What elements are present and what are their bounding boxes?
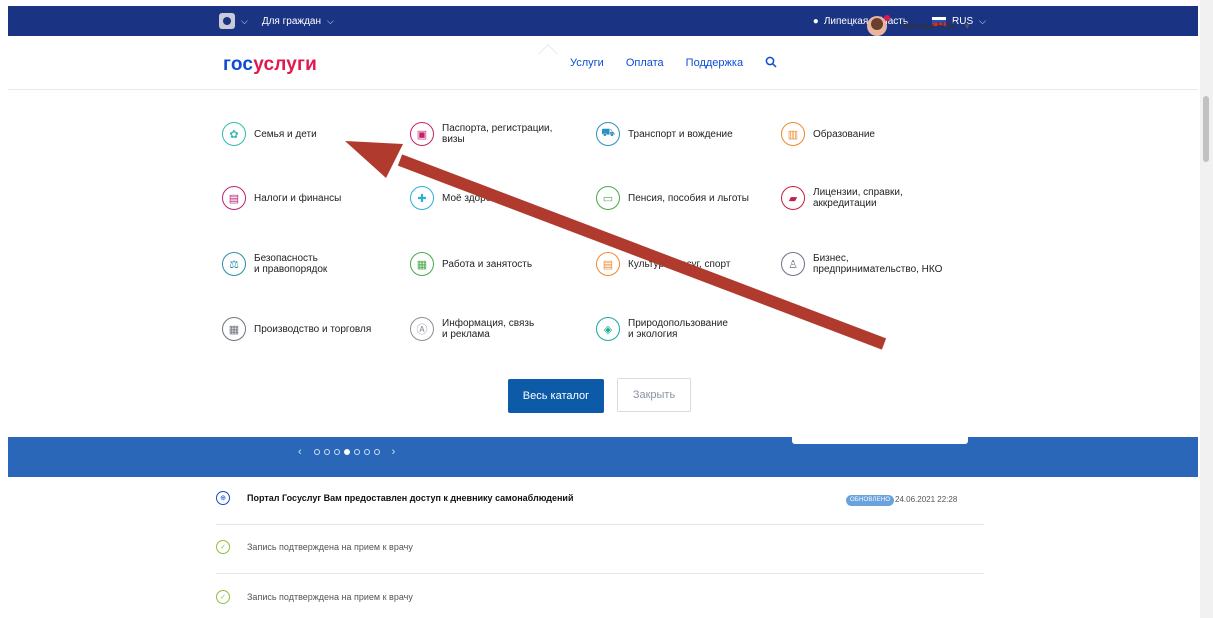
scales-icon: ⚖	[222, 252, 246, 276]
wallet-icon: ▭	[596, 186, 620, 210]
chevron-right-icon[interactable]: ›	[392, 446, 396, 458]
user-menu[interactable]: Ляхова Н.М. ▼	[867, 16, 971, 36]
briefcase-icon: ▦	[410, 252, 434, 276]
banner-card	[792, 433, 968, 444]
catalog-item-transport[interactable]: ⛟ Транспорт и вождение	[596, 122, 733, 146]
catalog-item-passports[interactable]: ▣ Паспорта, регистрации, визы	[410, 122, 552, 146]
carousel-dot[interactable]	[323, 449, 330, 455]
gosuslugi-logo[interactable]: госуслуги	[223, 54, 317, 76]
catalog-item-taxes[interactable]: ▤ Налоги и финансы	[222, 186, 341, 210]
main-nav: Услуги Оплата Поддержка	[570, 36, 777, 90]
close-catalog-button[interactable]: Закрыть	[617, 378, 691, 412]
nav-support[interactable]: Поддержка	[686, 57, 743, 69]
nav-payment[interactable]: Оплата	[626, 57, 664, 69]
folder-icon: ▰	[781, 186, 805, 210]
carousel-dot[interactable]	[333, 449, 340, 455]
carousel-dot[interactable]	[353, 449, 360, 455]
car-icon: ⛟	[596, 122, 620, 146]
catalog-item-education[interactable]: ▥ Образование	[781, 122, 875, 146]
catalog-item-information[interactable]: Ⓐ Информация, связь и реклама	[410, 317, 534, 341]
check-circle-icon: ✓	[216, 540, 230, 554]
chevron-down-icon[interactable]: ⌵	[979, 16, 986, 27]
chevron-down-icon[interactable]: ⌵	[327, 16, 334, 27]
book-icon: ▥	[781, 122, 805, 146]
check-circle-icon: ✓	[216, 590, 230, 604]
catalog-item-pension[interactable]: ▭ Пенсия, пособия и льготы	[596, 186, 749, 210]
passport-icon: ▣	[410, 122, 434, 146]
catalog-item-ecology[interactable]: ◈ Природопользование и экология	[596, 317, 728, 341]
notification-dot-icon	[884, 15, 890, 21]
catalog-item-production[interactable]: ▦ Производство и торговля	[222, 317, 371, 341]
carousel-dot-active[interactable]	[343, 449, 350, 455]
catalog-item-licenses[interactable]: ▰ Лицензии, справки, аккредитации	[781, 186, 903, 210]
catalog-item-business[interactable]: ♙ Бизнес, предпринимательство, НКО	[781, 252, 942, 276]
chevron-left-icon[interactable]: ‹	[298, 446, 302, 458]
carousel-dot[interactable]	[363, 449, 370, 455]
factory-icon: ▦	[222, 317, 246, 341]
theatre-icon: ▤	[596, 252, 620, 276]
diary-icon: ⊕	[216, 491, 230, 505]
water-drop-icon: ◈	[596, 317, 620, 341]
annotation-arrow	[345, 141, 887, 350]
divider	[216, 573, 984, 574]
feed-timestamp: 24.06.2021 22:28	[895, 495, 958, 504]
audience-selector[interactable]: Для граждан	[262, 16, 321, 27]
full-catalog-button[interactable]: Весь каталог	[508, 379, 604, 413]
caret-down-icon[interactable]: ▼	[963, 22, 971, 31]
status-badge: ОБНОВЛЕНО	[846, 495, 895, 506]
tax-document-icon: ▤	[222, 186, 246, 210]
chevron-down-icon[interactable]: ⌵	[241, 16, 248, 27]
carousel-pagination: ‹ ›	[290, 446, 403, 458]
catalog-item-family[interactable]: ✿ Семья и дети	[222, 122, 317, 146]
scrollbar[interactable]	[1200, 0, 1213, 618]
location-pin-icon: ●	[812, 15, 819, 27]
nav-services[interactable]: Услуги	[570, 57, 604, 69]
feed-item[interactable]: ✓ Запись подтверждена на прием к врачу	[216, 590, 984, 604]
top-bar: ⌵ Для граждан ⌵ ● Липецкая область RUS ⌵	[8, 6, 1198, 36]
user-name: Ляхова Н.М.	[901, 20, 959, 32]
catalog-item-work[interactable]: ▦ Работа и занятость	[410, 252, 532, 276]
medical-cross-icon: ✚	[410, 186, 434, 210]
emblem-icon	[219, 13, 235, 29]
antenna-icon: Ⓐ	[410, 317, 434, 341]
search-icon[interactable]	[765, 56, 777, 71]
stroller-icon: ✿	[222, 122, 246, 146]
carousel-dot[interactable]	[373, 449, 380, 455]
catalog-item-health[interactable]: ✚ Моё здоровье	[410, 186, 507, 210]
scrollbar-thumb[interactable]	[1203, 96, 1209, 162]
promo-banner	[8, 437, 1198, 477]
divider	[216, 524, 984, 525]
carousel-dot[interactable]	[313, 449, 320, 455]
feed-item[interactable]: ✓ Запись подтверждена на прием к врачу	[216, 540, 984, 554]
header: госуслуги Услуги Оплата Поддержка	[8, 36, 1198, 90]
stamp-icon: ♙	[781, 252, 805, 276]
catalog-item-culture[interactable]: ▤ Культура, досуг, спорт	[596, 252, 730, 276]
catalog-item-security[interactable]: ⚖ Безопасность и правопорядок	[222, 252, 327, 276]
